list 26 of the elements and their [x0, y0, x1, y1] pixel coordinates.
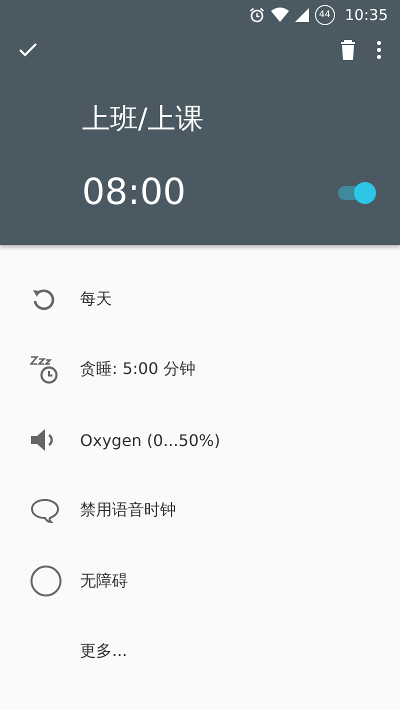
circle-icon: [30, 565, 62, 598]
more-vertical-icon: [376, 40, 382, 60]
option-label: 每天: [80, 288, 112, 310]
option-item[interactable]: 更多...: [0, 616, 400, 687]
option-item[interactable]: 无障碍: [0, 546, 400, 616]
option-item[interactable]: 每天: [0, 264, 400, 334]
speech-bubble-icon: [30, 498, 60, 524]
battery-level: 44: [314, 5, 335, 25]
option-label: 禁用语音时钟: [80, 500, 176, 522]
option-label: 更多...: [80, 641, 128, 662]
alarm-clock-icon: [248, 7, 265, 23]
option-item[interactable]: Oxygen (0...50%): [0, 405, 400, 476]
signal-icon: [294, 8, 309, 22]
option-label: Oxygen (0...50%): [80, 430, 220, 450]
option-item[interactable]: 禁用语音时钟: [0, 476, 400, 546]
alarm-time[interactable]: 08:00: [82, 172, 186, 213]
wifi-icon: [270, 7, 289, 23]
option-item[interactable]: 贪睡: 5:00 分钟: [0, 334, 400, 405]
alarm-label[interactable]: 上班/上课: [82, 100, 204, 138]
trash-icon: [340, 40, 356, 60]
alarm-switch[interactable]: [336, 180, 376, 204]
option-label: 贪睡: 5:00 分钟: [80, 359, 196, 380]
check-icon: [18, 42, 38, 58]
option-label: 无障碍: [80, 570, 128, 592]
snooze-icon: [30, 354, 60, 385]
status-time: 10:35: [344, 6, 388, 24]
